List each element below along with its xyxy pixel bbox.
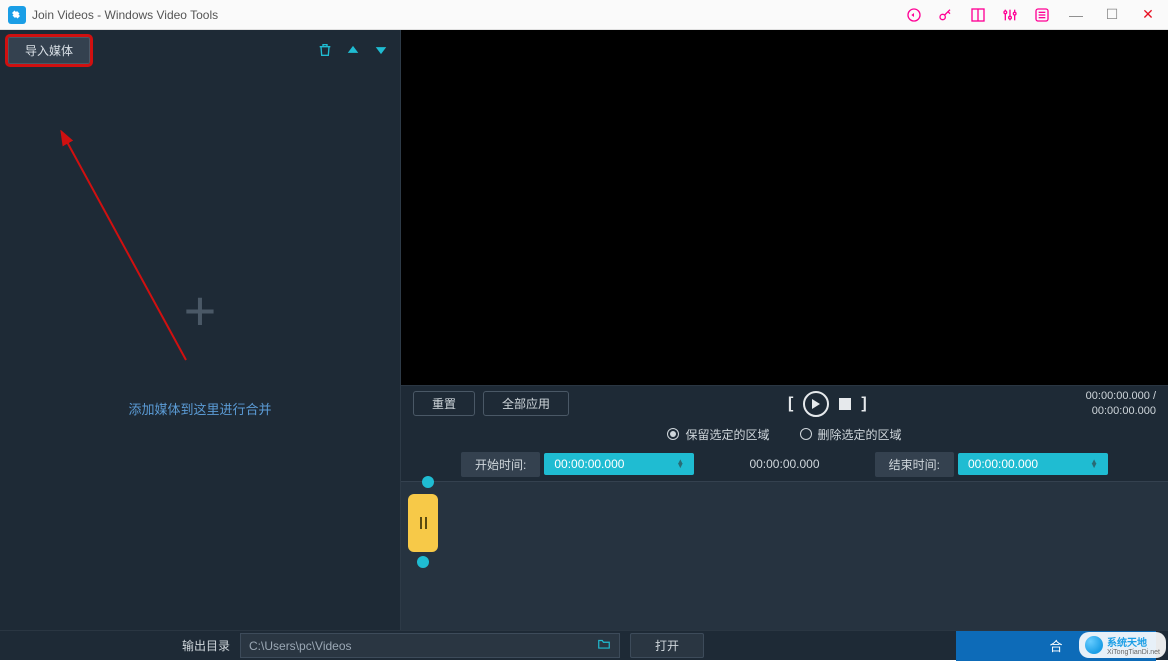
video-preview xyxy=(401,30,1168,385)
time-display: 00:00:00.000 / 00:00:00.000 xyxy=(1086,389,1156,418)
playback-controls: 重置 全部应用 [ ] 00:00:00.000 / 00:00:00.000 xyxy=(401,385,1168,421)
key-icon[interactable] xyxy=(936,5,956,25)
remove-region-label: 删除选定的区域 xyxy=(818,426,902,443)
start-time-label: 开始时间: xyxy=(461,452,540,477)
output-dir-label: 输出目录 xyxy=(182,637,230,654)
watermark-url: XiTongTianDi.net xyxy=(1107,649,1160,656)
move-down-icon[interactable] xyxy=(370,39,392,61)
stop-button[interactable] xyxy=(839,398,851,410)
title-actions: — ☐ ✕ xyxy=(904,5,1160,25)
remove-region-radio[interactable]: 删除选定的区域 xyxy=(800,426,902,443)
end-time-label: 结束时间: xyxy=(875,452,954,477)
drop-hint: 添加媒体到这里进行合并 xyxy=(128,399,271,418)
globe-icon xyxy=(1085,636,1103,654)
end-time-value: 00:00:00.000 xyxy=(968,457,1038,471)
settings-icon[interactable] xyxy=(1000,5,1020,25)
plus-icon: + xyxy=(184,283,217,339)
app-icon xyxy=(8,6,26,24)
titlebar: Join Videos - Windows Video Tools — ☐ ✕ xyxy=(0,0,1168,30)
spinner-icon[interactable]: ▲▼ xyxy=(1090,460,1098,468)
radio-checked-icon xyxy=(667,428,679,440)
watermark-brand: 系统天地 xyxy=(1107,634,1160,649)
folder-icon[interactable] xyxy=(597,637,611,654)
close-button[interactable]: ✕ xyxy=(1136,6,1160,23)
timeline-marker[interactable] xyxy=(417,476,438,568)
delete-icon[interactable] xyxy=(314,39,336,61)
apply-all-button[interactable]: 全部应用 xyxy=(483,391,569,416)
preview-panel: 重置 全部应用 [ ] 00:00:00.000 / 00:00:00.000 … xyxy=(400,30,1168,630)
spinner-icon[interactable]: ▲▼ xyxy=(676,460,684,468)
cart-icon[interactable] xyxy=(904,5,924,25)
bottom-bar: 输出目录 C:\Users\pc\Videos 打开 合 系统天地 XiTong… xyxy=(0,630,1168,660)
output-path-field[interactable]: C:\Users\pc\Videos xyxy=(240,633,620,658)
time-inputs-row: 开始时间: 00:00:00.000 ▲▼ 00:00:00.000 结束时间:… xyxy=(401,447,1168,481)
region-mode-row: 保留选定的区域 删除选定的区域 xyxy=(401,421,1168,447)
play-group: [ ] xyxy=(788,391,867,417)
output-path-value: C:\Users\pc\Videos xyxy=(249,639,352,653)
mark-out-icon[interactable]: ] xyxy=(861,395,866,413)
annotation-arrow xyxy=(56,130,196,370)
media-drop-zone[interactable]: + 添加媒体到这里进行合并 xyxy=(0,70,400,630)
play-button[interactable] xyxy=(803,391,829,417)
mark-in-icon[interactable]: [ xyxy=(788,395,793,413)
minimize-button[interactable]: — xyxy=(1064,7,1088,23)
reset-button[interactable]: 重置 xyxy=(413,391,475,416)
time-current: 00:00:00.000 / xyxy=(1086,389,1156,403)
start-time-value: 00:00:00.000 xyxy=(554,457,624,471)
menu-icon[interactable] xyxy=(1032,5,1052,25)
open-folder-button[interactable]: 打开 xyxy=(630,633,704,658)
time-total: 00:00:00.000 xyxy=(1086,404,1156,418)
marker-head-icon xyxy=(422,476,434,488)
keep-region-radio[interactable]: 保留选定的区域 xyxy=(667,426,769,443)
maximize-button[interactable]: ☐ xyxy=(1100,6,1124,23)
radio-unchecked-icon xyxy=(800,428,812,440)
start-time-field[interactable]: 00:00:00.000 ▲▼ xyxy=(544,453,694,475)
workspace: 导入媒体 + 添加媒体到这里进行合并 重置 全部应用 [ ] xyxy=(0,30,1168,630)
media-panel: 导入媒体 + 添加媒体到这里进行合并 xyxy=(0,30,400,630)
duration-display: 00:00:00.000 xyxy=(698,457,870,471)
keep-region-label: 保留选定的区域 xyxy=(685,426,769,443)
marker-handle-icon[interactable] xyxy=(408,494,438,552)
layout-icon[interactable] xyxy=(968,5,988,25)
marker-foot-icon xyxy=(417,556,429,568)
watermark: 系统天地 XiTongTianDi.net xyxy=(1079,632,1166,658)
media-toolbar: 导入媒体 xyxy=(0,30,400,70)
move-up-icon[interactable] xyxy=(342,39,364,61)
import-media-button[interactable]: 导入媒体 xyxy=(8,37,90,64)
window-title: Join Videos - Windows Video Tools xyxy=(32,8,904,22)
end-time-field[interactable]: 00:00:00.000 ▲▼ xyxy=(958,453,1108,475)
timeline[interactable] xyxy=(401,481,1168,630)
